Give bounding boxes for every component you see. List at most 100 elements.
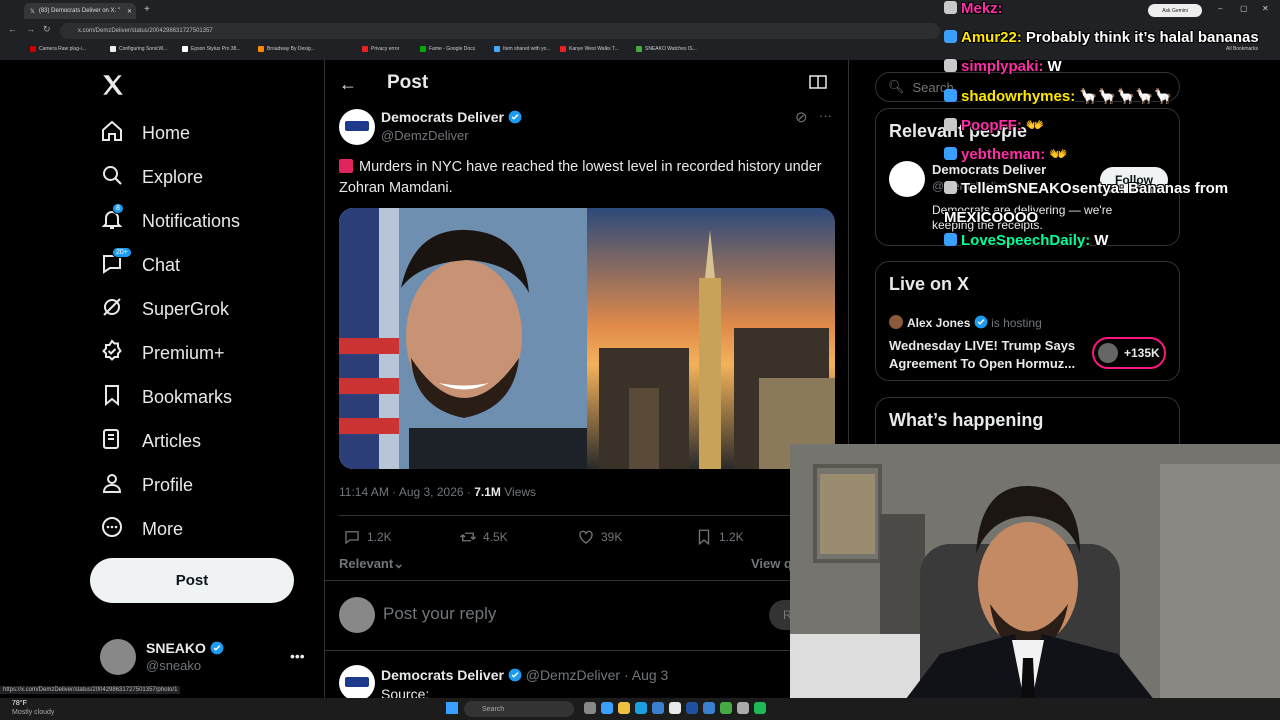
close-tab-icon[interactable]: ✕ [127,8,132,15]
view-quotes-link[interactable]: View q [751,556,792,571]
sidebar-item-premium[interactable]: Premium+ [100,338,225,368]
bookmark-item[interactable]: Kanye West Walks T... [560,42,619,56]
live-card: Live on X Alex Jones is hosting Wednesda… [875,261,1180,381]
chat-username: simplypaki: [961,58,1044,75]
author-avatar[interactable] [339,109,375,145]
reply-author-avatar[interactable] [339,665,375,701]
reply-button[interactable]: 1.2K [343,528,392,546]
bookmark-item[interactable]: Epson Stylus Pro 38... [182,42,240,56]
close-window-icon[interactable]: ✕ [1262,4,1269,13]
ask-gemini-button[interactable]: Ask Gemini [1148,4,1202,17]
reader-icon[interactable] [809,74,827,95]
more-options-icon[interactable]: ··· [819,108,832,123]
sidebar-item-supergrok[interactable]: SuperGrok [100,294,229,324]
relevant-avatar[interactable] [889,161,925,197]
back-icon[interactable]: ← [8,24,17,34]
forward-icon[interactable]: → [26,24,35,34]
windows-start-icon[interactable] [446,702,458,714]
chrome-icon[interactable] [669,702,681,714]
sidebar-item-more[interactable]: More [100,514,183,544]
reply-author[interactable]: Democrats Deliver @DemzDeliver · Aug 3 [381,667,668,683]
sidebar-item-label: Premium+ [142,342,225,363]
verified-icon [974,315,988,329]
bookmark-item[interactable]: Fame - Google Docs [420,42,475,56]
verified-icon [210,641,224,655]
settings-icon[interactable] [737,702,749,714]
bookmark-button[interactable]: 1.2K [695,528,744,546]
chat-message: Mekz: [944,0,1007,17]
host-avatar [889,315,903,329]
x-logo-icon: 𝕏 [30,8,35,15]
post-button-label: Post [175,572,209,589]
sidebar-item-profile[interactable]: Profile [100,470,193,500]
file-explorer-icon[interactable] [601,702,613,714]
chevron-down-icon: ⌄ [393,556,405,571]
live-listeners-button[interactable]: +135K [1092,337,1166,369]
sidebar-item-home[interactable]: Home [100,118,190,148]
xbox-icon[interactable] [720,702,732,714]
like-button[interactable]: 39K [577,528,622,546]
address-bar[interactable]: x.com/DemzDeliver/status/200429863172750… [60,23,940,39]
chat-message: TellemSNEAKOsentya: Bananas from MEXICOOO… [944,174,1244,232]
grok-icon[interactable]: ⊘ [795,108,808,126]
live-host[interactable]: Alex Jones is hosting [907,315,1042,330]
task-view-icon[interactable] [584,702,596,714]
chat-badge-icon [944,89,957,102]
post-button[interactable]: Post [90,558,294,603]
store-icon[interactable] [652,702,664,714]
sort-dropdown[interactable]: Relevant⌄ [339,556,404,572]
mail-icon[interactable] [703,702,715,714]
reply-input[interactable]: Post your reply [383,604,496,624]
chat-username: TellemSNEAKOsentya: [961,180,1125,197]
author-name[interactable]: Democrats Deliver [381,109,522,125]
taskbar-search-label: Search [482,705,505,713]
heart-icon [579,530,593,544]
bookmark-item[interactable]: SNEAKO Watches IS... [636,42,697,56]
bookmark-item[interactable]: Broadway By Desig... [258,42,315,56]
sidebar-item-explore[interactable]: Explore [100,162,203,192]
post-views: 7.1M [474,485,501,499]
back-arrow-icon[interactable]: ← [339,74,357,95]
taskbar-search[interactable]: Search [464,701,574,717]
chat-username: PoopFF: [961,117,1022,134]
reply-author-name: Democrats Deliver [381,667,504,683]
maximize-icon[interactable]: ▢ [1240,4,1248,13]
live-text[interactable]: Wednesday LIVE! Trump Says Agreement To … [889,337,1089,373]
account-menu-icon[interactable]: ••• [290,648,305,664]
minimize-icon[interactable]: – [1218,4,1222,13]
author-handle[interactable]: @DemzDeliver [381,128,469,143]
account-name-text: SNEAKO [146,640,206,656]
reply-avatar [339,597,375,633]
folder-icon[interactable] [618,702,630,714]
account-avatar[interactable] [100,639,136,675]
live-title: Live on X [889,274,970,294]
sidebar-item-notifications[interactable]: 8 Notifications [100,202,240,236]
repost-button[interactable]: 4.5K [459,528,508,546]
bookmark-item[interactable]: Privacy error [362,42,399,56]
spotify-icon[interactable] [754,702,766,714]
sidebar-item-label: SuperGrok [142,298,230,319]
sidebar-item-bookmarks[interactable]: Bookmarks [100,382,232,412]
weather-widget[interactable]: 78°F Mostly cloudy [12,699,54,717]
reload-icon[interactable]: ↻ [43,24,51,35]
sidebar-item-chat[interactable]: 20+ Chat [100,246,180,280]
bookmark-icon [698,529,710,546]
home-icon [100,119,124,148]
photoshop-icon[interactable] [686,702,698,714]
new-tab-button[interactable]: + [144,4,150,15]
bookmark-item[interactable]: Camera Raw plug-i... [30,42,86,56]
sidebar-item-articles[interactable]: Articles [100,426,201,456]
post-text: Murders in NYC have reached the lowest l… [339,157,829,199]
bookmark-item[interactable]: Item shared with yo... [494,42,551,56]
bookmark-favicon-icon [420,46,426,52]
bookmark-item[interactable]: Configuring SonicW... [110,42,167,56]
windows-taskbar: 78°F Mostly cloudy Search [0,698,1280,720]
browser-tab[interactable]: 𝕏 (83) Democrats Deliver on X: " ✕ [24,3,136,19]
chat-badge-icon [944,59,957,72]
chat-text: 👐 [1049,146,1068,163]
edge-icon[interactable] [635,702,647,714]
post-image[interactable] [339,208,835,469]
live-hosting-label: is hosting [991,316,1042,330]
x-logo-icon[interactable] [100,72,126,103]
bookmark-label: Broadway By Desig... [267,46,315,52]
